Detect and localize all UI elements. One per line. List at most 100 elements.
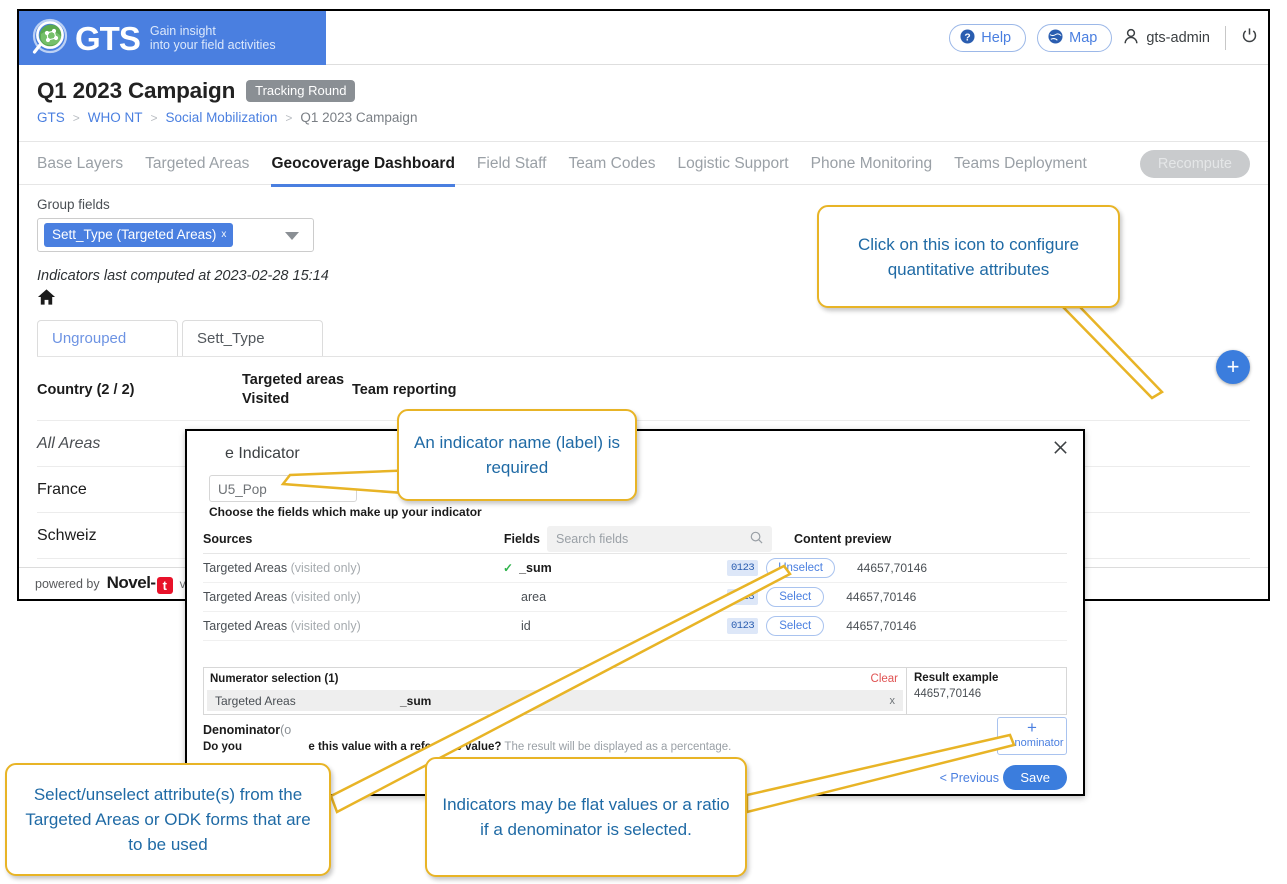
denominator-question-start: Do you — [203, 741, 242, 753]
breadcrumb-item-social-mobilization[interactable]: Social Mobilization — [166, 110, 278, 125]
source-note: (visited only) — [290, 590, 361, 604]
breadcrumb-separator: > — [285, 110, 293, 125]
plus-icon: + — [1226, 354, 1240, 379]
svg-text:?: ? — [965, 32, 971, 43]
map-button[interactable]: Map — [1037, 24, 1113, 52]
field-name: id — [521, 619, 531, 633]
table-row[interactable]: Targeted Areas (visited only) area 0123 … — [203, 583, 1067, 612]
table-row[interactable]: Targeted Areas (visited only) ✓ _sum 0123… — [203, 554, 1067, 583]
column-header-fields: Fields — [503, 531, 540, 546]
table-row[interactable]: Targeted Areas (visited only) id 0123 Se… — [203, 612, 1067, 641]
cell-source: Targeted Areas (visited only) — [203, 590, 503, 604]
screenshot-root: GTS Gain insight into your field activit… — [0, 0, 1287, 884]
cell-source: Targeted Areas (visited only) — [203, 619, 503, 633]
page-title-block: Q1 2023 Campaign Tracking Round GTS > WH… — [19, 65, 1268, 135]
user-menu[interactable]: gts-admin — [1123, 28, 1210, 49]
brand-tagline-line2: into your field activities — [149, 38, 276, 52]
source-note: (visited only) — [290, 561, 361, 575]
vendor-name: Novel- — [106, 573, 156, 592]
numerator-selection: Numerator selection (1) Clear Targeted A… — [204, 668, 906, 714]
vendor-mark: t — [156, 577, 173, 594]
map-label: Map — [1069, 30, 1098, 46]
chevron-down-icon[interactable] — [285, 232, 299, 240]
clear-button[interactable]: Clear — [871, 673, 898, 685]
add-denominator-label: Denominator — [1000, 737, 1064, 749]
callout-flat-or-ratio: Indicators may be flat values or a ratio… — [425, 757, 747, 877]
add-denominator-button[interactable]: + Denominator — [997, 717, 1067, 755]
source-name: Targeted Areas — [203, 590, 288, 604]
page-title: Q1 2023 Campaign — [37, 78, 236, 103]
type-chip: 0123 — [727, 618, 759, 634]
previous-button[interactable]: < Previous — [940, 771, 999, 785]
breadcrumb-item-who-nt[interactable]: WHO NT — [88, 110, 143, 125]
result-example-value: 44657,70146 — [914, 688, 982, 700]
breadcrumb-separator: > — [150, 110, 158, 125]
fields-table-header: Sources Fields Search fields Content pre… — [203, 524, 1067, 554]
search-icon[interactable] — [750, 531, 763, 547]
numerator-panel: Numerator selection (1) Clear Targeted A… — [203, 667, 1067, 715]
question-mark-icon: ? — [960, 29, 975, 47]
recompute-button[interactable]: Recompute — [1139, 150, 1250, 178]
denominator-title-optional: (o — [280, 723, 292, 737]
callout-select-attributes: Select/unselect attribute(s) from the Ta… — [5, 763, 331, 876]
field-name: area — [521, 590, 547, 604]
fields-table: Sources Fields Search fields Content pre… — [203, 524, 1067, 641]
close-icon[interactable]: x — [890, 695, 896, 707]
choose-fields-label: Choose the fields which make up your ind… — [209, 505, 482, 519]
cell-source: Targeted Areas (visited only) — [203, 561, 503, 575]
vendor-logo: Novel-t — [107, 573, 173, 594]
unselect-button[interactable]: Unselect — [766, 558, 835, 578]
search-input-placeholder: Search fields — [556, 531, 629, 546]
tab-geocoverage-dashboard[interactable]: Geocoverage Dashboard — [271, 142, 456, 187]
person-icon — [1123, 28, 1139, 49]
tab-teams-deployment[interactable]: Teams Deployment — [954, 142, 1087, 186]
source-note: (visited only) — [290, 619, 361, 633]
header-divider — [1225, 26, 1226, 50]
help-button[interactable]: ? Help — [949, 24, 1027, 52]
cell-preview: 44657,70146 — [846, 619, 917, 633]
save-button[interactable]: Save — [1003, 765, 1067, 790]
denominator-question-bold: e this value with a reference value? — [308, 741, 502, 753]
table-header-row: Country (2 / 2) Targeted areas Visited T… — [37, 357, 1250, 420]
breadcrumb-item-current: Q1 2023 Campaign — [300, 110, 418, 125]
group-fields-select[interactable]: Sett_Type (Targeted Areas) x — [37, 218, 314, 252]
powered-by-label: powered by — [35, 576, 100, 591]
group-tab-sett-type[interactable]: Sett_Type — [182, 320, 323, 356]
power-icon[interactable] — [1241, 27, 1258, 49]
close-icon[interactable]: x — [221, 229, 226, 240]
numerator-source: Targeted Areas — [215, 693, 296, 708]
column-header-line2: Visited — [242, 391, 290, 407]
add-indicator-button[interactable]: + — [1216, 350, 1250, 384]
tab-team-codes[interactable]: Team Codes — [568, 142, 655, 186]
cell-field: area — [503, 590, 727, 604]
group-tab-ungrouped[interactable]: Ungrouped — [37, 320, 178, 356]
numerator-title: Numerator selection (1) — [210, 673, 339, 685]
indicator-name-input[interactable]: U5_Pop — [209, 475, 357, 502]
denominator-title-text: Denominator — [203, 723, 281, 737]
numerator-row[interactable]: Targeted Areas _sum x — [207, 690, 903, 711]
group-field-chip-label: Sett_Type (Targeted Areas) — [52, 227, 217, 242]
status-badge: Tracking Round — [246, 80, 356, 102]
group-tab-bar: Ungrouped Sett_Type — [37, 320, 1268, 356]
plus-icon: + — [1027, 718, 1037, 737]
brand-tagline: Gain insight into your field activities — [140, 24, 276, 52]
cell-preview: 44657,70146 — [846, 590, 917, 604]
search-fields-input[interactable]: Search fields — [547, 525, 772, 552]
top-header-bar: GTS Gain insight into your field activit… — [19, 11, 1268, 65]
tab-base-layers[interactable]: Base Layers — [37, 142, 123, 186]
tab-targeted-areas[interactable]: Targeted Areas — [145, 142, 249, 186]
tab-field-staff[interactable]: Field Staff — [477, 142, 547, 186]
column-header-sources: Sources — [203, 531, 253, 546]
group-field-chip[interactable]: Sett_Type (Targeted Areas) x — [44, 223, 234, 247]
close-icon[interactable] — [1052, 439, 1069, 462]
tab-phone-monitoring[interactable]: Phone Monitoring — [811, 142, 933, 186]
brand-block[interactable]: GTS Gain insight into your field activit… — [19, 11, 326, 65]
breadcrumb-item-gts[interactable]: GTS — [37, 110, 65, 125]
select-button[interactable]: Select — [766, 587, 825, 607]
check-icon: ✓ — [503, 561, 514, 575]
select-button[interactable]: Select — [766, 616, 825, 636]
cell-field: ✓ _sum — [503, 561, 727, 575]
tab-logistic-support[interactable]: Logistic Support — [677, 142, 788, 186]
column-header-team-reporting: Team reporting — [352, 382, 457, 398]
column-header-line1: Targeted areas — [242, 372, 345, 388]
